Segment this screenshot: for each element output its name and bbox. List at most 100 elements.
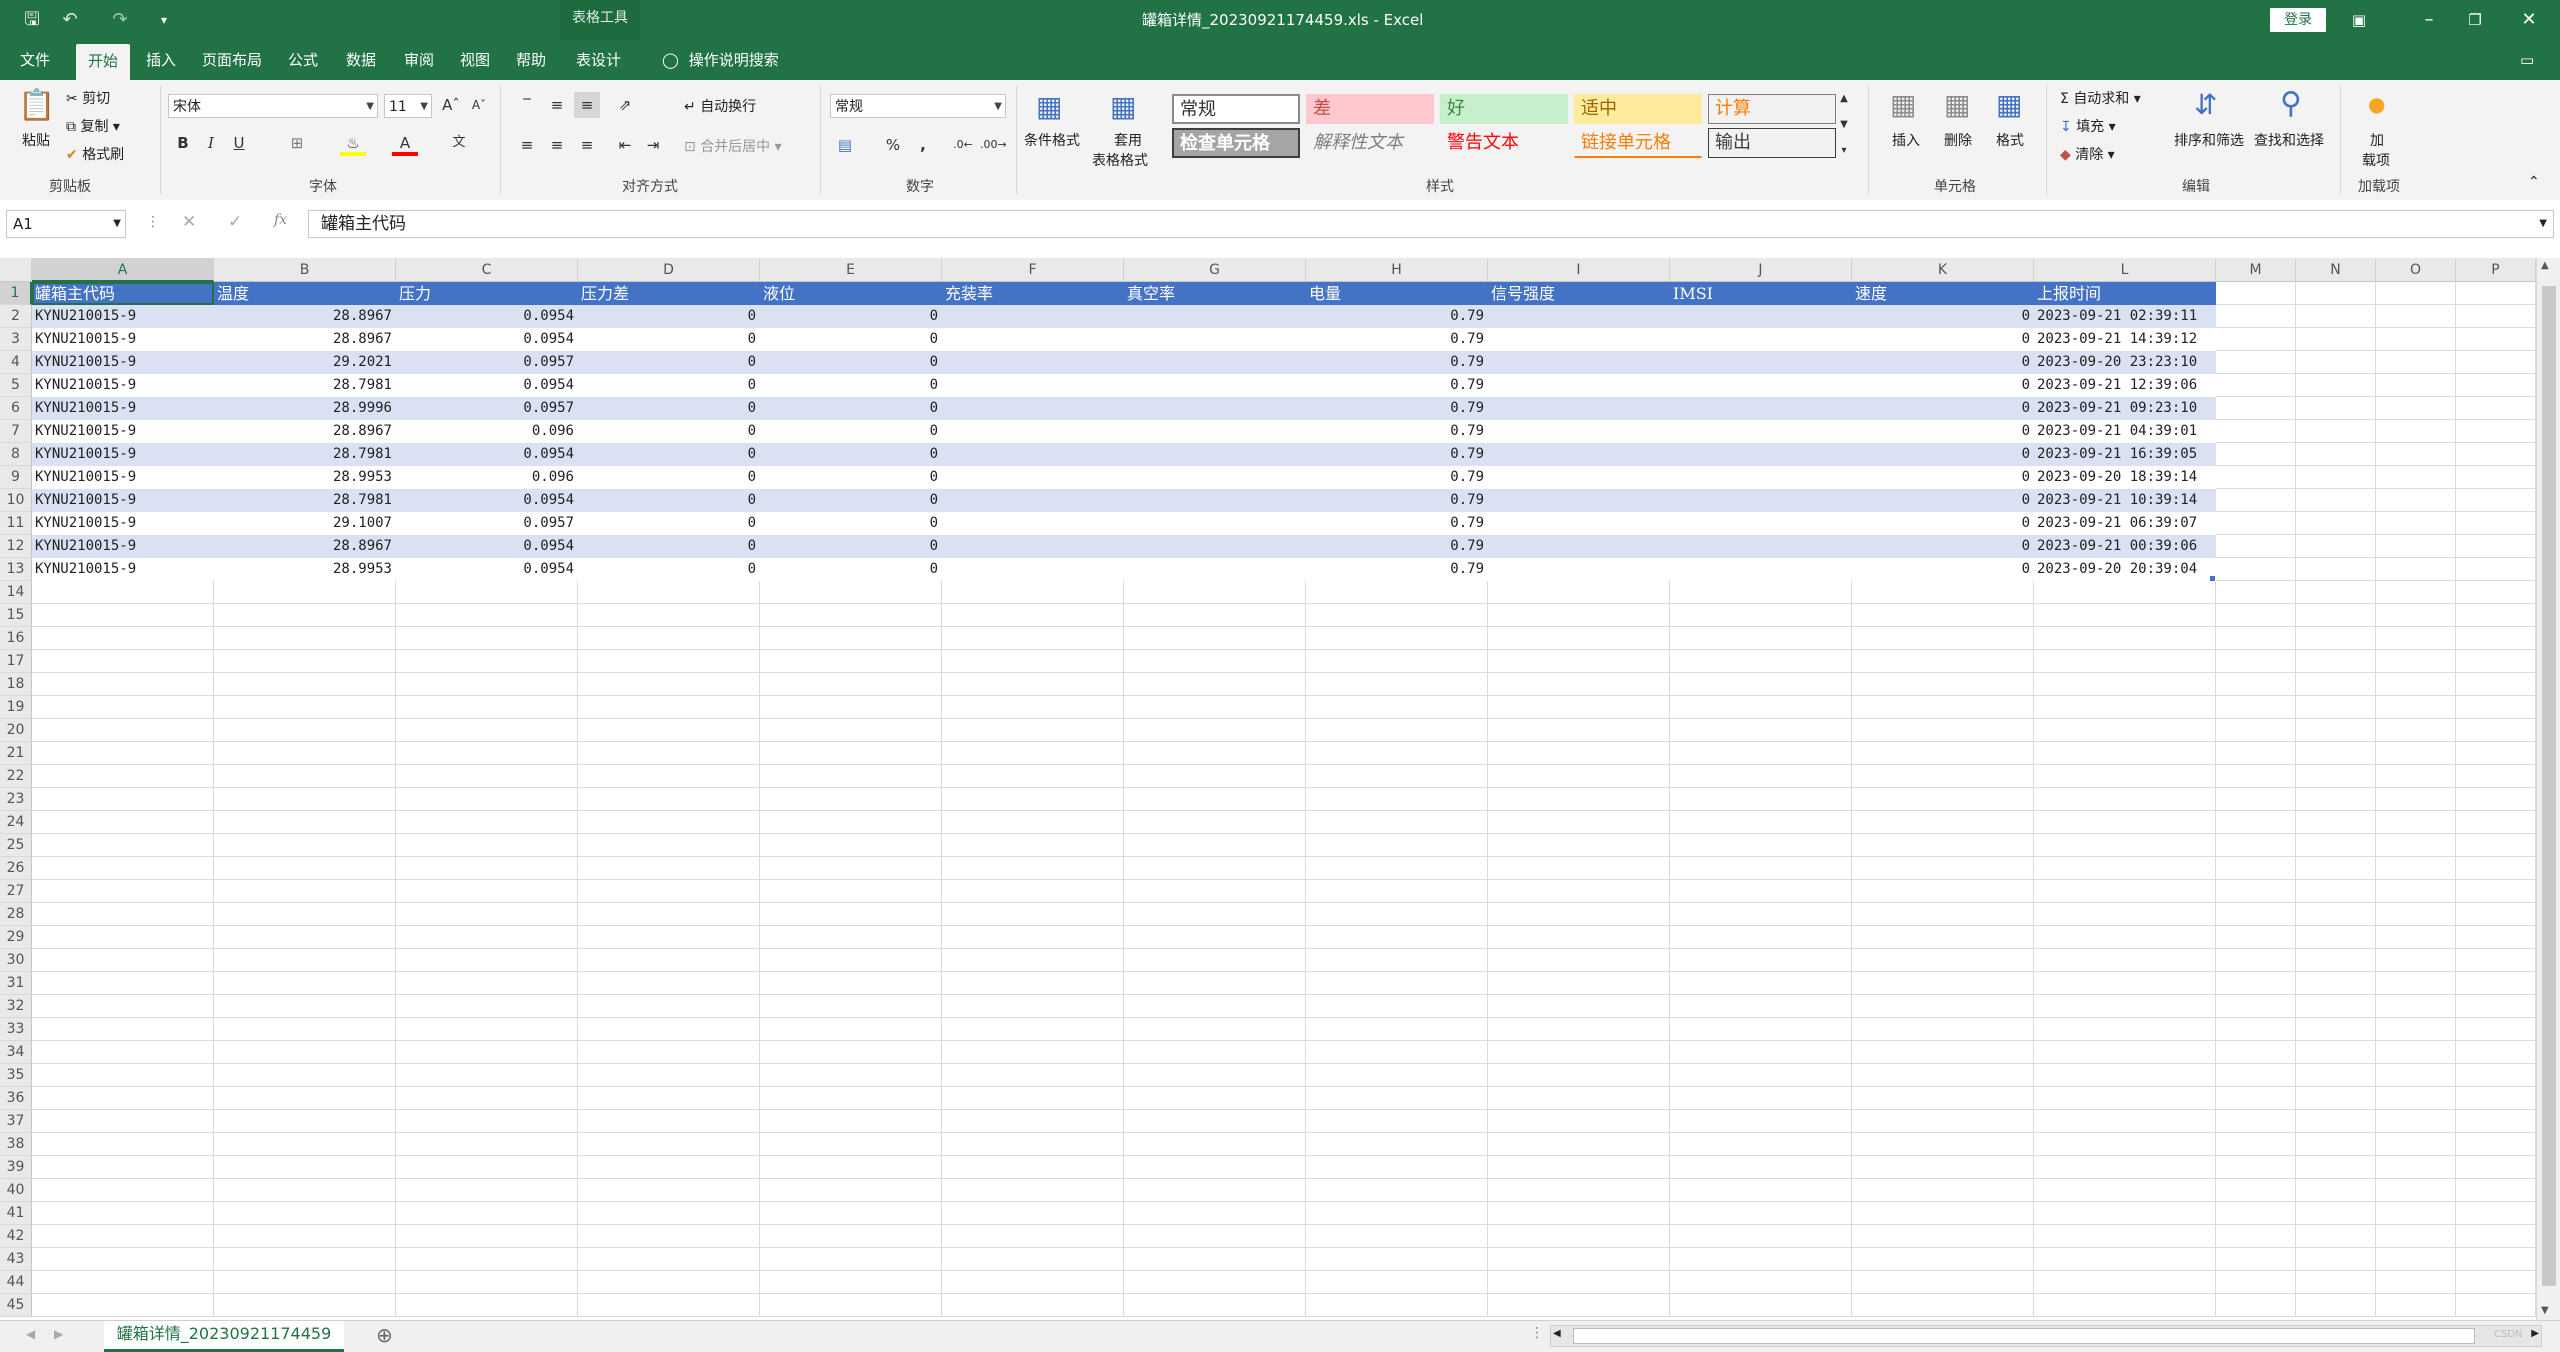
empty-cell[interactable] bbox=[2456, 604, 2536, 627]
empty-cell[interactable] bbox=[1488, 1064, 1670, 1087]
table-cell[interactable]: 0 bbox=[578, 328, 760, 351]
table-cell[interactable]: 0 bbox=[578, 558, 760, 581]
empty-cell[interactable] bbox=[2216, 765, 2296, 788]
fill-color-icon[interactable]: ♨ bbox=[340, 130, 366, 156]
table-cell[interactable]: 28.8967 bbox=[214, 328, 396, 351]
empty-cell[interactable] bbox=[396, 1041, 578, 1064]
tab-insert[interactable]: 插入 bbox=[134, 40, 188, 80]
row-header[interactable]: 37 bbox=[0, 1110, 32, 1133]
empty-cell[interactable] bbox=[942, 880, 1124, 903]
cell-style-item[interactable]: 计算 bbox=[1708, 94, 1836, 124]
table-cell[interactable] bbox=[1670, 328, 1852, 351]
empty-cell[interactable] bbox=[1124, 995, 1306, 1018]
empty-cell[interactable] bbox=[1124, 742, 1306, 765]
table-cell[interactable]: 0.79 bbox=[1306, 443, 1488, 466]
empty-cell[interactable] bbox=[2296, 512, 2376, 535]
table-cell[interactable] bbox=[1670, 535, 1852, 558]
empty-cell[interactable] bbox=[760, 742, 942, 765]
table-cell[interactable]: 29.2021 bbox=[214, 351, 396, 374]
empty-cell[interactable] bbox=[2456, 811, 2536, 834]
empty-cell[interactable] bbox=[396, 627, 578, 650]
empty-cell[interactable] bbox=[2216, 604, 2296, 627]
percent-icon[interactable]: % bbox=[880, 132, 906, 158]
empty-cell[interactable] bbox=[2376, 604, 2456, 627]
tab-home[interactable]: 开始 bbox=[76, 44, 131, 80]
empty-cell[interactable] bbox=[32, 834, 214, 857]
empty-cell[interactable] bbox=[1488, 627, 1670, 650]
row-header[interactable]: 21 bbox=[0, 742, 32, 765]
empty-cell[interactable] bbox=[2456, 742, 2536, 765]
table-cell[interactable]: 2023-09-21 06:39:07 bbox=[2034, 512, 2216, 535]
empty-cell[interactable] bbox=[2376, 1271, 2456, 1294]
row-header[interactable]: 44 bbox=[0, 1271, 32, 1294]
empty-cell[interactable] bbox=[578, 834, 760, 857]
table-cell[interactable]: KYNU210015-9 bbox=[32, 374, 214, 397]
empty-cell[interactable] bbox=[2034, 1133, 2216, 1156]
empty-cell[interactable] bbox=[2456, 1064, 2536, 1087]
comments-icon[interactable]: ▭ bbox=[2508, 40, 2546, 80]
empty-cell[interactable] bbox=[2376, 995, 2456, 1018]
empty-cell[interactable] bbox=[32, 857, 214, 880]
empty-cell[interactable] bbox=[1306, 903, 1488, 926]
empty-cell[interactable] bbox=[396, 1087, 578, 1110]
empty-cell[interactable] bbox=[2376, 351, 2456, 374]
empty-cell[interactable] bbox=[396, 903, 578, 926]
empty-cell[interactable] bbox=[1670, 742, 1852, 765]
empty-cell[interactable] bbox=[2296, 926, 2376, 949]
empty-cell[interactable] bbox=[2216, 1110, 2296, 1133]
empty-cell[interactable] bbox=[1670, 1087, 1852, 1110]
table-cell[interactable] bbox=[1670, 489, 1852, 512]
phonetic-icon[interactable]: 文 bbox=[446, 130, 472, 156]
empty-cell[interactable] bbox=[942, 1271, 1124, 1294]
empty-cell[interactable] bbox=[1488, 903, 1670, 926]
empty-cell[interactable] bbox=[1488, 926, 1670, 949]
spreadsheet-grid[interactable]: A B C D E F G H I J K L M N O P 1 罐箱主代码 温度 压力 压力差 液位 充装率 真空率 电量信… bbox=[0, 258, 2536, 1320]
empty-cell[interactable] bbox=[214, 949, 396, 972]
empty-cell[interactable] bbox=[942, 604, 1124, 627]
conditional-format-icon[interactable]: ▦ bbox=[1036, 90, 1062, 123]
table-cell[interactable]: 0.79 bbox=[1306, 558, 1488, 581]
empty-cell[interactable] bbox=[2216, 972, 2296, 995]
empty-cell[interactable] bbox=[214, 1179, 396, 1202]
empty-cell[interactable] bbox=[2216, 788, 2296, 811]
conditional-format-button[interactable]: 条件格式 bbox=[1024, 130, 1080, 150]
empty-cell[interactable] bbox=[942, 765, 1124, 788]
empty-cell[interactable] bbox=[214, 673, 396, 696]
empty-cell[interactable] bbox=[396, 1110, 578, 1133]
empty-cell[interactable] bbox=[214, 811, 396, 834]
empty-cell[interactable] bbox=[2216, 558, 2296, 581]
empty-cell[interactable] bbox=[760, 696, 942, 719]
empty-cell[interactable] bbox=[2376, 650, 2456, 673]
empty-cell[interactable] bbox=[32, 926, 214, 949]
empty-cell[interactable] bbox=[2376, 1225, 2456, 1248]
empty-cell[interactable] bbox=[1488, 788, 1670, 811]
empty-cell[interactable] bbox=[1670, 857, 1852, 880]
empty-cell[interactable] bbox=[2216, 1064, 2296, 1087]
empty-cell[interactable] bbox=[1488, 650, 1670, 673]
empty-cell[interactable] bbox=[396, 1271, 578, 1294]
table-cell[interactable]: 0 bbox=[1852, 535, 2034, 558]
empty-cell[interactable] bbox=[2296, 1064, 2376, 1087]
table-cell[interactable]: KYNU210015-9 bbox=[32, 420, 214, 443]
empty-cell[interactable] bbox=[578, 811, 760, 834]
empty-cell[interactable] bbox=[1852, 834, 2034, 857]
empty-cell[interactable] bbox=[214, 1133, 396, 1156]
table-cell[interactable] bbox=[1670, 305, 1852, 328]
table-cell[interactable]: 0 bbox=[1852, 374, 2034, 397]
empty-cell[interactable] bbox=[1124, 972, 1306, 995]
cell-style-item[interactable]: 常规 bbox=[1172, 94, 1300, 124]
table-cell[interactable] bbox=[1488, 328, 1670, 351]
empty-cell[interactable] bbox=[32, 995, 214, 1018]
empty-cell[interactable] bbox=[32, 1018, 214, 1041]
empty-cell[interactable] bbox=[578, 1064, 760, 1087]
table-cell[interactable]: 28.8967 bbox=[214, 535, 396, 558]
row-header[interactable]: 24 bbox=[0, 811, 32, 834]
empty-cell[interactable] bbox=[578, 1156, 760, 1179]
empty-cell[interactable] bbox=[2376, 581, 2456, 604]
column-header[interactable]: G bbox=[1124, 258, 1306, 282]
empty-cell[interactable] bbox=[2296, 535, 2376, 558]
empty-cell[interactable] bbox=[942, 1064, 1124, 1087]
bold-button[interactable]: B bbox=[170, 130, 196, 156]
empty-cell[interactable] bbox=[2216, 305, 2296, 328]
cell-style-item[interactable]: 输出 bbox=[1708, 128, 1836, 158]
